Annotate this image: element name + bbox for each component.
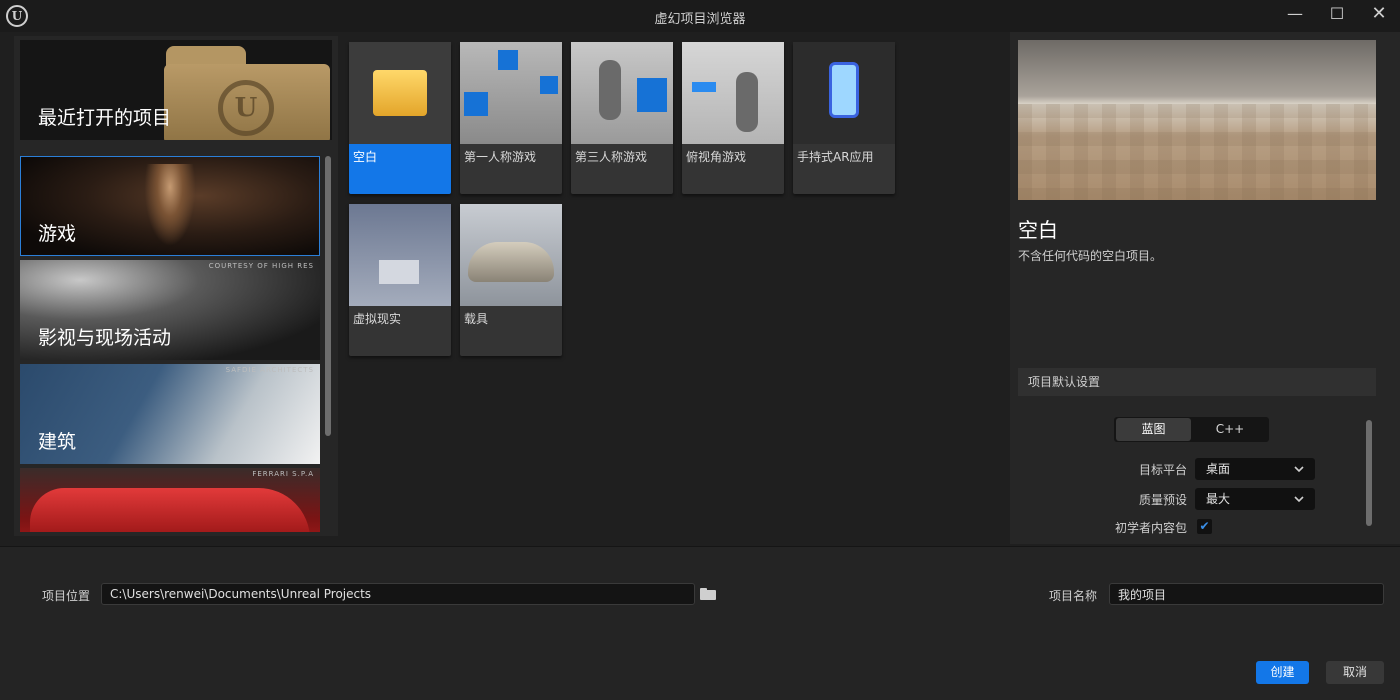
cube-graphic	[464, 92, 488, 116]
project-name-input[interactable]	[1109, 583, 1384, 605]
template-thumbnail	[460, 42, 562, 144]
template-label: 空白	[353, 150, 378, 164]
create-button[interactable]: 创建	[1256, 661, 1309, 684]
template-third-person[interactable]: 第三人称游戏	[571, 42, 673, 194]
template-handheld-ar[interactable]: 手持式AR应用	[793, 42, 895, 194]
template-label: 载具	[464, 312, 489, 326]
template-thumbnail	[571, 42, 673, 144]
image-credit: COURTESY OF HIGH RES	[208, 262, 314, 270]
template-thumbnail	[349, 42, 451, 144]
block-graphic	[379, 260, 419, 284]
category-label: 游戏	[38, 223, 77, 245]
category-automotive[interactable]: FERRARI S.P.A	[20, 468, 320, 532]
target-platform-label: 目标平台	[1138, 463, 1187, 477]
template-virtual-reality[interactable]: 虚拟现实	[349, 204, 451, 356]
image-credit: SAFDIE ARCHITECTS	[225, 366, 314, 374]
template-label: 虚拟现实	[353, 312, 402, 326]
template-thumbnail	[682, 42, 784, 144]
character-image	[140, 164, 200, 256]
starter-content-label: 初学者内容包	[1114, 521, 1187, 535]
category-label: 影视与现场活动	[38, 327, 172, 349]
template-preview-image	[1018, 40, 1376, 200]
template-vehicle[interactable]: 载具	[460, 204, 562, 356]
blueprint-toggle-button[interactable]: 蓝图	[1116, 418, 1191, 441]
mannequin-graphic	[599, 60, 621, 120]
browse-folder-button[interactable]	[699, 585, 717, 603]
close-button[interactable]: ✕	[1356, 0, 1400, 32]
template-top-down[interactable]: 俯视角游戏	[682, 42, 784, 194]
template-label: 第三人称游戏	[575, 150, 648, 164]
car-graphic	[468, 242, 554, 282]
dropdown-value: 桌面	[1206, 462, 1231, 476]
template-thumbnail	[793, 42, 895, 144]
quality-preset-dropdown[interactable]: 最大	[1195, 488, 1315, 510]
target-platform-dropdown[interactable]: 桌面	[1195, 458, 1315, 480]
selected-template-title: 空白	[1018, 218, 1058, 242]
arrow-marker-graphic	[692, 82, 716, 92]
dropdown-value: 最大	[1206, 492, 1231, 506]
template-label: 第一人称游戏	[464, 150, 537, 164]
selected-template-description: 不含任何代码的空白项目。	[1018, 249, 1163, 263]
project-location-label: 项目位置	[42, 589, 91, 603]
category-architecture[interactable]: SAFDIE ARCHITECTS 建筑	[20, 364, 320, 464]
maximize-button[interactable]: ☐	[1314, 0, 1360, 32]
category-film-events[interactable]: COURTESY OF HIGH RES 影视与现场活动	[20, 260, 320, 360]
category-list: 游戏 COURTESY OF HIGH RES 影视与现场活动 SAFDIE A…	[20, 156, 320, 532]
category-scrollbar[interactable]	[325, 156, 331, 436]
cube-graphic	[498, 50, 518, 70]
language-toggle: 蓝图 C++	[1114, 417, 1269, 442]
unreal-logo-icon: U	[6, 5, 28, 27]
template-thumbnail	[460, 204, 562, 306]
mannequin-graphic	[736, 72, 758, 132]
template-thumbnail	[349, 204, 451, 306]
category-games[interactable]: 游戏	[20, 156, 320, 256]
starter-content-checkbox[interactable]: ✔	[1197, 519, 1212, 534]
cube-graphic	[637, 78, 667, 112]
preview-floor-graphic	[1018, 104, 1376, 200]
template-label: 俯视角游戏	[686, 150, 747, 164]
recent-projects-label: 最近打开的项目	[38, 107, 172, 129]
chevron-down-icon	[1294, 466, 1304, 473]
template-first-person[interactable]: 第一人称游戏	[460, 42, 562, 194]
template-blank[interactable]: 空白	[349, 42, 451, 194]
folder-icon	[373, 70, 427, 116]
project-name-label: 项目名称	[1049, 589, 1098, 603]
cube-graphic	[540, 76, 558, 94]
cancel-button[interactable]: 取消	[1326, 661, 1384, 684]
recent-projects-card[interactable]: U 最近打开的项目	[20, 40, 332, 140]
chevron-down-icon	[1294, 496, 1304, 503]
title-bar: U 虚幻项目浏览器 — ☐ ✕	[0, 0, 1400, 32]
window-title: 虚幻项目浏览器	[654, 12, 746, 27]
project-defaults-header: 项目默认设置	[1018, 368, 1376, 396]
bottom-bar	[0, 546, 1400, 700]
image-credit: FERRARI S.P.A	[252, 470, 314, 478]
quality-preset-label: 质量预设	[1138, 493, 1187, 507]
details-scrollbar[interactable]	[1366, 420, 1372, 526]
car-image	[30, 488, 310, 532]
minimize-button[interactable]: —	[1272, 0, 1318, 32]
category-label: 建筑	[38, 431, 77, 453]
cpp-toggle-button[interactable]: C++	[1192, 417, 1268, 442]
template-label: 手持式AR应用	[797, 150, 874, 164]
project-location-input[interactable]	[101, 583, 695, 605]
phone-icon	[829, 62, 859, 118]
unreal-emblem-icon: U	[218, 80, 274, 136]
